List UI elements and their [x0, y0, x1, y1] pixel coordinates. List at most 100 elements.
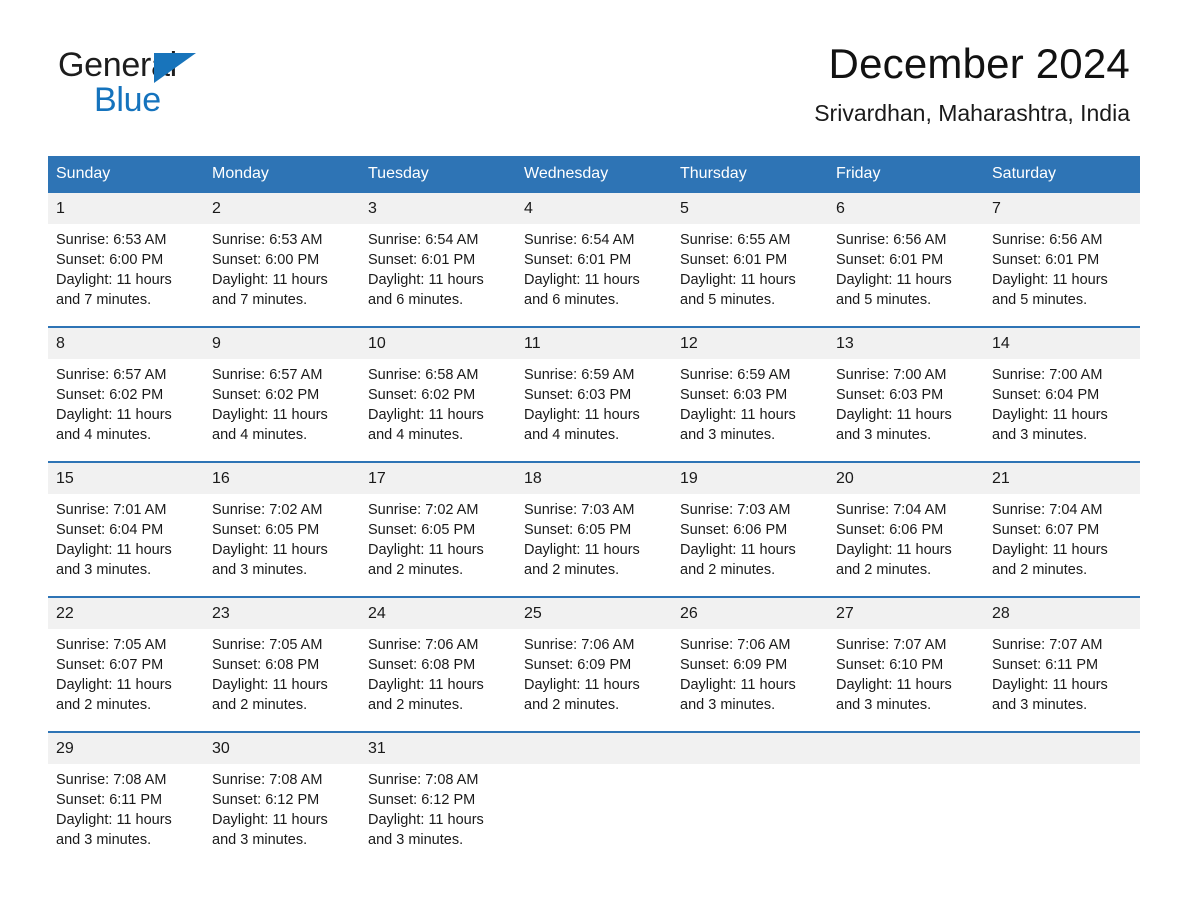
- day-detail-cell: Sunrise: 7:07 AM Sunset: 6:10 PM Daylight:…: [828, 629, 984, 732]
- page-header: General Blue December 2024 Srivardhan, M…: [48, 0, 1140, 156]
- day-number-cell[interactable]: 7: [984, 193, 1140, 224]
- sunrise-text: Sunrise: 7:03 AM: [680, 502, 791, 518]
- day-number-cell[interactable]: 2: [204, 193, 360, 224]
- day-detail-cell: Sunrise: 6:57 AM Sunset: 6:02 PM Daylight:…: [204, 359, 360, 462]
- day-number-cell[interactable]: 17: [360, 461, 516, 494]
- daylight-text-line2: and 7 minutes.: [56, 292, 152, 308]
- sunrise-text: Sunrise: 7:04 AM: [836, 502, 947, 518]
- sunset-text: Sunset: 6:12 PM: [212, 792, 320, 808]
- daylight-text-line1: Daylight: 11 hours: [368, 677, 484, 693]
- sunset-text: Sunset: 6:01 PM: [992, 252, 1100, 268]
- sunrise-text: Sunrise: 7:06 AM: [524, 637, 635, 653]
- day-detail-cell: Sunrise: 7:05 AM Sunset: 6:08 PM Daylight:…: [204, 629, 360, 732]
- daylight-text-line1: Daylight: 11 hours: [680, 272, 796, 288]
- day-number-cell[interactable]: 28: [984, 596, 1140, 629]
- page-title: December 2024: [828, 40, 1130, 87]
- daylight-text-line2: and 2 minutes.: [212, 697, 308, 713]
- sunrise-text: Sunrise: 7:08 AM: [212, 772, 323, 788]
- daylight-text-line2: and 3 minutes.: [836, 697, 932, 713]
- day-number-cell[interactable]: 25: [516, 596, 672, 629]
- sunrise-text: Sunrise: 6:54 AM: [368, 232, 479, 248]
- day-detail-cell: Sunrise: 7:07 AM Sunset: 6:11 PM Daylight:…: [984, 629, 1140, 732]
- day-detail-cell: Sunrise: 7:05 AM Sunset: 6:07 PM Daylight:…: [48, 629, 204, 732]
- day-number-cell[interactable]: 31: [360, 731, 516, 764]
- day-number-cell[interactable]: 9: [204, 326, 360, 359]
- sunset-text: Sunset: 6:09 PM: [524, 657, 632, 673]
- weekday-header-saturday: Saturday: [984, 156, 1140, 193]
- daylight-text-line1: Daylight: 11 hours: [212, 542, 328, 558]
- day-detail-cell: Sunrise: 7:06 AM Sunset: 6:09 PM Daylight:…: [672, 629, 828, 732]
- daylight-text-line2: and 2 minutes.: [836, 562, 932, 578]
- day-detail-cell: Sunrise: 7:03 AM Sunset: 6:05 PM Daylight:…: [516, 494, 672, 597]
- day-number-cell[interactable]: 27: [828, 596, 984, 629]
- day-number-cell[interactable]: 22: [48, 596, 204, 629]
- daylight-text-line2: and 5 minutes.: [680, 292, 776, 308]
- day-number-cell[interactable]: 3: [360, 193, 516, 224]
- daylight-text-line2: and 5 minutes.: [992, 292, 1088, 308]
- day-number-cell[interactable]: 20: [828, 461, 984, 494]
- day-number-cell[interactable]: 6: [828, 193, 984, 224]
- daylight-text-line1: Daylight: 11 hours: [56, 272, 172, 288]
- sunrise-text: Sunrise: 6:55 AM: [680, 232, 791, 248]
- sunrise-text: Sunrise: 7:00 AM: [992, 367, 1103, 383]
- daylight-text-line2: and 3 minutes.: [212, 832, 308, 848]
- sunset-text: Sunset: 6:07 PM: [56, 657, 164, 673]
- sunset-text: Sunset: 6:02 PM: [212, 387, 320, 403]
- daylight-text-line2: and 3 minutes.: [56, 832, 152, 848]
- day-number-cell[interactable]: 16: [204, 461, 360, 494]
- daylight-text-line2: and 2 minutes.: [992, 562, 1088, 578]
- day-detail-cell: Sunrise: 6:55 AM Sunset: 6:01 PM Daylight:…: [672, 224, 828, 327]
- generalblue-logo[interactable]: General Blue: [58, 48, 218, 126]
- day-number-cell[interactable]: 21: [984, 461, 1140, 494]
- sunrise-text: Sunrise: 7:02 AM: [368, 502, 479, 518]
- day-number-cell[interactable]: 24: [360, 596, 516, 629]
- day-number-cell[interactable]: 26: [672, 596, 828, 629]
- day-number-cell[interactable]: 19: [672, 461, 828, 494]
- daylight-text-line2: and 3 minutes.: [368, 832, 464, 848]
- day-number-cell[interactable]: 15: [48, 461, 204, 494]
- day-number-cell[interactable]: 30: [204, 731, 360, 764]
- sunrise-text: Sunrise: 6:56 AM: [992, 232, 1103, 248]
- sunset-text: Sunset: 6:03 PM: [836, 387, 944, 403]
- daylight-text-line1: Daylight: 11 hours: [992, 272, 1108, 288]
- weekday-header-thursday: Thursday: [672, 156, 828, 193]
- day-number-cell[interactable]: 23: [204, 596, 360, 629]
- sunset-text: Sunset: 6:10 PM: [836, 657, 944, 673]
- day-number-cell[interactable]: 18: [516, 461, 672, 494]
- day-number-cell[interactable]: 12: [672, 326, 828, 359]
- week-daynumber-row: 29 30 31: [48, 731, 1140, 764]
- day-number-cell[interactable]: 5: [672, 193, 828, 224]
- calendar-header-row: Sunday Monday Tuesday Wednesday Thursday…: [48, 156, 1140, 193]
- sunrise-text: Sunrise: 6:53 AM: [56, 232, 167, 248]
- daylight-text-line1: Daylight: 11 hours: [524, 677, 640, 693]
- daylight-text-line2: and 3 minutes.: [680, 697, 776, 713]
- sunset-text: Sunset: 6:04 PM: [992, 387, 1100, 403]
- day-detail-cell: Sunrise: 6:59 AM Sunset: 6:03 PM Daylight:…: [516, 359, 672, 462]
- day-number-cell[interactable]: 1: [48, 193, 204, 224]
- sunrise-text: Sunrise: 7:01 AM: [56, 502, 167, 518]
- day-number-cell[interactable]: 13: [828, 326, 984, 359]
- empty-day-number-cell: [828, 731, 984, 764]
- day-detail-cell: Sunrise: 7:04 AM Sunset: 6:06 PM Daylight:…: [828, 494, 984, 597]
- sunset-text: Sunset: 6:05 PM: [212, 522, 320, 538]
- daylight-text-line1: Daylight: 11 hours: [992, 542, 1108, 558]
- day-number-cell[interactable]: 29: [48, 731, 204, 764]
- empty-day-number-cell: [672, 731, 828, 764]
- sunrise-text: Sunrise: 6:57 AM: [212, 367, 323, 383]
- daylight-text-line1: Daylight: 11 hours: [212, 677, 328, 693]
- sunrise-text: Sunrise: 6:58 AM: [368, 367, 479, 383]
- sunset-text: Sunset: 6:05 PM: [368, 522, 476, 538]
- day-number-cell[interactable]: 14: [984, 326, 1140, 359]
- day-number-cell[interactable]: 11: [516, 326, 672, 359]
- weekday-header-friday: Friday: [828, 156, 984, 193]
- daylight-text-line1: Daylight: 11 hours: [680, 677, 796, 693]
- day-number-cell[interactable]: 10: [360, 326, 516, 359]
- day-detail-cell: Sunrise: 7:03 AM Sunset: 6:06 PM Daylight:…: [672, 494, 828, 597]
- sunset-text: Sunset: 6:02 PM: [368, 387, 476, 403]
- day-number-cell[interactable]: 8: [48, 326, 204, 359]
- day-detail-cell: Sunrise: 7:06 AM Sunset: 6:09 PM Daylight:…: [516, 629, 672, 732]
- daylight-text-line2: and 4 minutes.: [56, 427, 152, 443]
- sunrise-text: Sunrise: 6:56 AM: [836, 232, 947, 248]
- weekday-header-monday: Monday: [204, 156, 360, 193]
- day-number-cell[interactable]: 4: [516, 193, 672, 224]
